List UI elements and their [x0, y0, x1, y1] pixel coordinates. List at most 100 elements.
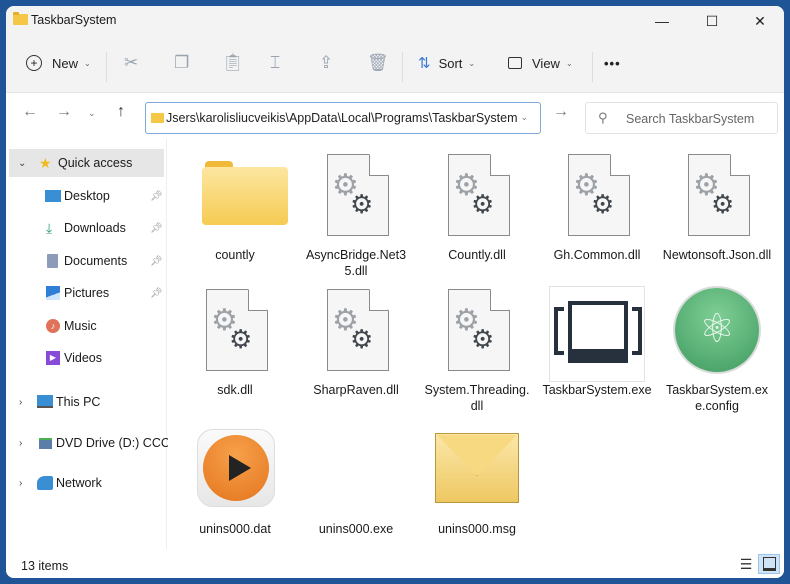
- file-list: countly ⚙ ⚙ AsyncBridge.Net35.dll ⚙ ⚙ Co…: [168, 139, 784, 549]
- file-name: Gh.Common.dll: [553, 248, 641, 262]
- chevron-right-icon[interactable]: ›: [19, 438, 22, 449]
- chevron-down-icon[interactable]: ⌄: [18, 158, 26, 169]
- details-view-button[interactable]: ☰: [735, 554, 757, 574]
- paste-icon[interactable]: 📋︎: [222, 48, 244, 78]
- large-icons-view-button[interactable]: [758, 554, 780, 574]
- dll-file-icon: ⚙ ⚙: [429, 286, 525, 382]
- address-bar[interactable]: Jsers\karolisliucveikis\AppData\Local\Pr…: [145, 102, 541, 134]
- go-button[interactable]: →: [553, 103, 569, 121]
- chevron-right-icon[interactable]: ›: [19, 478, 22, 489]
- pictures-icon: [46, 286, 60, 300]
- sidebar-label: DVD Drive (D:) CCCC: [56, 436, 179, 450]
- search-input[interactable]: ⚲ Search TaskbarSystem: [585, 102, 778, 134]
- up-button[interactable]: ↑: [117, 103, 125, 121]
- file-name: sdk.dll: [217, 383, 253, 397]
- file-item-dll[interactable]: ⚙ ⚙ AsyncBridge.Net35.dll: [301, 151, 411, 279]
- file-name: Newtonsoft.Json.dll: [662, 248, 772, 262]
- documents-icon: [47, 254, 58, 268]
- sidebar-item-videos[interactable]: ▶ Videos: [6, 344, 164, 372]
- delete-icon[interactable]: 🗑︎: [367, 48, 389, 78]
- view-label: View: [532, 55, 560, 71]
- minimize-button[interactable]: —: [639, 6, 685, 36]
- chevron-down-icon: ⌄: [565, 58, 573, 68]
- sidebar-item-this-pc[interactable]: › This PC: [6, 388, 164, 416]
- dll-file-icon: ⚙ ⚙: [308, 151, 404, 247]
- sidebar-item-documents[interactable]: Documents 📌︎: [6, 247, 164, 275]
- sidebar-label: Desktop: [64, 189, 110, 203]
- music-icon: ♪: [46, 319, 60, 333]
- file-item-config[interactable]: ⚛ TaskbarSystem.exe.config: [662, 286, 772, 414]
- sidebar-item-network[interactable]: › Network: [6, 469, 164, 497]
- file-item-folder[interactable]: countly: [180, 151, 290, 263]
- view-button[interactable]: View ⌄: [508, 48, 573, 78]
- back-button[interactable]: ←: [22, 103, 38, 121]
- file-item-dll[interactable]: ⚙ ⚙ Countly.dll: [422, 151, 532, 263]
- sidebar-label: Pictures: [64, 286, 110, 300]
- rename-icon[interactable]: ⌶: [270, 48, 280, 78]
- file-item-dat[interactable]: unins000.dat: [180, 425, 290, 537]
- pc-icon: [37, 395, 53, 408]
- copy-icon[interactable]: ❐: [174, 48, 189, 78]
- address-path: Jsers\karolisliucveikis\AppData\Local\Pr…: [166, 111, 518, 125]
- status-bar: 13 items ☰: [6, 549, 784, 578]
- maximize-button[interactable]: ☐: [689, 6, 735, 36]
- chevron-right-icon[interactable]: ›: [19, 397, 22, 408]
- pin-icon[interactable]: 📌︎: [150, 288, 163, 299]
- sidebar-label: Downloads: [64, 221, 126, 235]
- sidebar-label: This PC: [56, 395, 101, 409]
- file-item-dll[interactable]: ⚙ ⚙ Newtonsoft.Json.dll: [662, 151, 772, 263]
- file-explorer-window: TaskbarSystem — ☐ ✕ + New ⌄ ✂ ❐ 📋︎ ⌶ ⇪ 🗑…: [6, 6, 784, 578]
- file-item-exe[interactable]: unins000.exe: [301, 425, 411, 537]
- sidebar-item-desktop[interactable]: Desktop 📌︎: [6, 182, 164, 210]
- sidebar-item-pictures[interactable]: Pictures 📌︎: [6, 279, 164, 307]
- dvd-drive-icon: [39, 438, 52, 449]
- address-history-chevron-icon[interactable]: ⌄: [520, 112, 528, 123]
- file-item-dll[interactable]: ⚙ ⚙ System.Threading.dll: [422, 286, 532, 414]
- file-item-dll[interactable]: ⚙ ⚙ Gh.Common.dll: [542, 151, 652, 263]
- sidebar-label: Documents: [64, 254, 128, 268]
- recent-locations-button[interactable]: ⌄: [88, 108, 96, 119]
- pin-icon[interactable]: 📌︎: [150, 256, 163, 267]
- file-name: unins000.msg: [438, 522, 516, 536]
- desktop-icon: [45, 190, 61, 202]
- window-title: TaskbarSystem: [31, 13, 117, 27]
- sidebar-item-quick-access[interactable]: ⌄ ★ Quick access: [9, 149, 164, 177]
- sidebar-label: Quick access: [58, 156, 133, 170]
- file-name: System.Threading.dll: [424, 383, 530, 413]
- file-item-dll[interactable]: ⚙ ⚙ SharpRaven.dll: [301, 286, 411, 398]
- file-item-msg[interactable]: unins000.msg: [422, 425, 532, 537]
- sort-icon: ⇅: [418, 55, 431, 72]
- new-button[interactable]: + New ⌄: [26, 48, 91, 78]
- sidebar-item-music[interactable]: ♪ Music: [6, 312, 164, 340]
- more-options-button[interactable]: •••: [604, 48, 621, 78]
- sort-button[interactable]: ⇅ Sort ⌄: [418, 48, 475, 78]
- star-icon: ★: [39, 155, 52, 171]
- cut-icon[interactable]: ✂: [124, 48, 138, 78]
- pin-icon[interactable]: 📌︎: [150, 191, 163, 202]
- pin-icon[interactable]: 📌︎: [150, 223, 163, 234]
- sidebar-label: Network: [56, 476, 102, 490]
- close-button[interactable]: ✕: [737, 6, 783, 36]
- file-name: SharpRaven.dll: [313, 383, 399, 397]
- plus-circle-icon: +: [26, 55, 42, 71]
- sidebar-item-downloads[interactable]: ⤓ Downloads 📌︎: [6, 214, 164, 242]
- file-item-exe[interactable]: TaskbarSystem.exe: [542, 286, 652, 398]
- file-name: unins000.exe: [318, 522, 394, 536]
- folder-icon: [151, 113, 164, 123]
- toolbar-divider: [402, 52, 403, 82]
- forward-button[interactable]: →: [56, 103, 72, 121]
- share-icon[interactable]: ⇪: [319, 48, 333, 78]
- file-item-dll[interactable]: ⚙ ⚙ sdk.dll: [180, 286, 290, 398]
- taskbar-app-icon: [549, 286, 645, 382]
- download-icon: ⤓: [46, 220, 53, 236]
- file-name: TaskbarSystem.exe.config: [665, 383, 769, 413]
- dll-file-icon: ⚙ ⚙: [549, 151, 645, 247]
- new-label: New: [52, 55, 79, 71]
- sidebar-label: Videos: [64, 351, 102, 365]
- sidebar-item-dvd-drive[interactable]: › DVD Drive (D:) CCCC: [6, 429, 179, 457]
- dll-file-icon: ⚙ ⚙: [429, 151, 525, 247]
- toolbar-divider: [106, 52, 107, 82]
- chevron-down-icon: ⌄: [468, 58, 476, 68]
- envelope-icon: [429, 425, 525, 521]
- file-name: countly: [215, 248, 255, 262]
